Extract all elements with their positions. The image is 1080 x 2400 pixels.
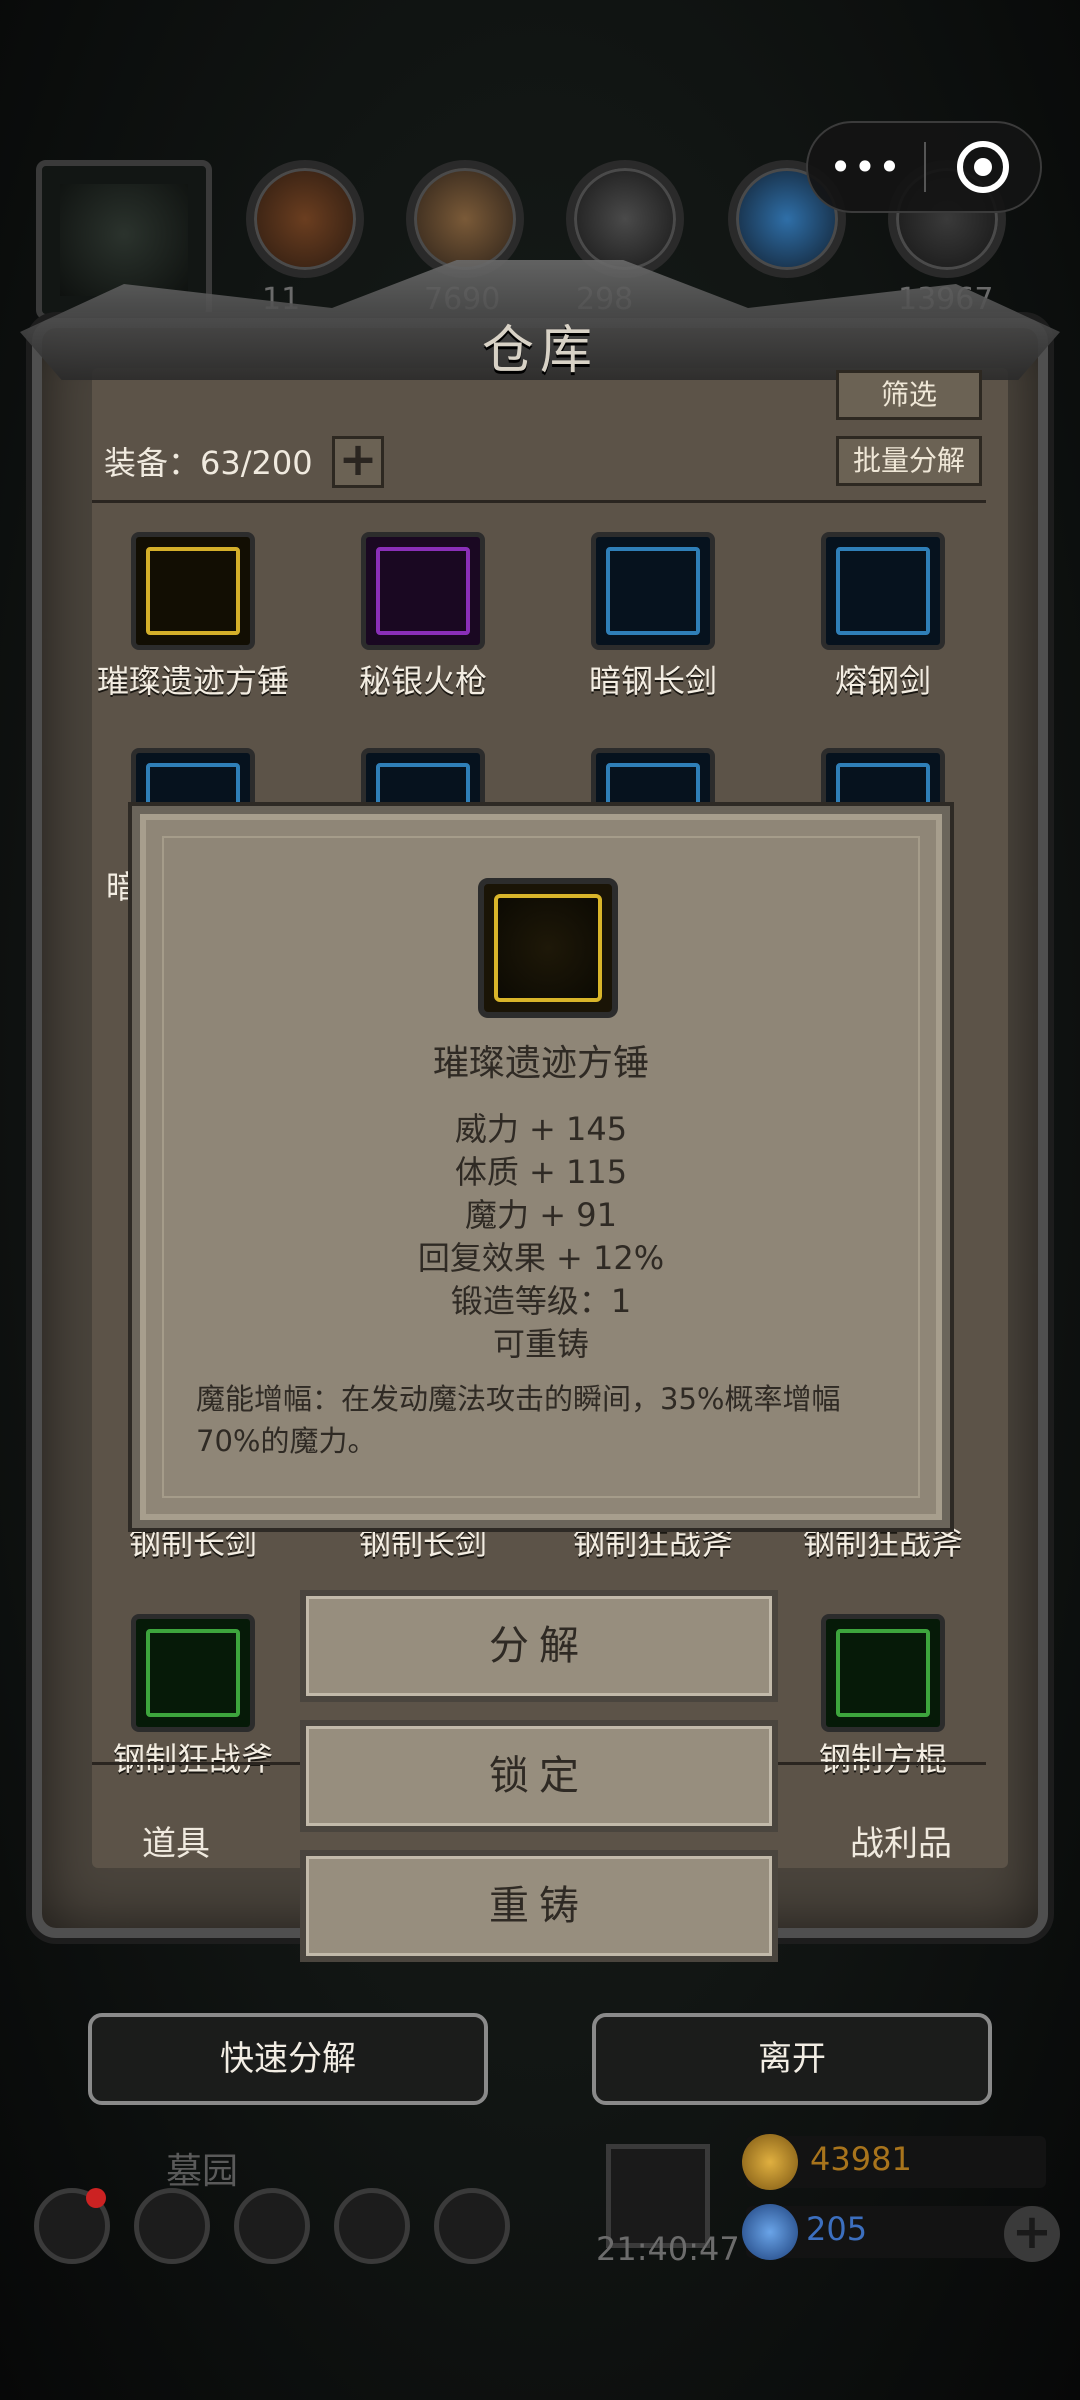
longsword-icon [606,547,700,635]
stat-line: 魔力 + 91 [465,1196,617,1234]
item-name: 秘银火枪 [358,662,487,700]
musket-icon [376,547,470,635]
more-icon[interactable]: ••• [808,145,924,189]
stat-line: 锻造等级：1 [450,1282,632,1320]
tab-props[interactable]: 道具 [142,1816,210,1865]
rank-icon[interactable] [234,2188,310,2264]
mini-program-capsule: ••• [806,121,1042,213]
sword-icon [836,547,930,635]
item-name: 熔钢剑 [834,662,931,700]
leave-button[interactable]: 离开 [592,2013,992,2105]
item-stats: 威力 + 145 体质 + 115 魔力 + 91 回复效果 + 12% 锻造等… [140,1108,942,1366]
gold-coin-icon [742,2134,798,2190]
filter-button[interactable]: 筛选 [836,370,982,420]
stat-line: 威力 + 145 [454,1110,628,1148]
stat-line: 体质 + 115 [454,1153,628,1191]
inventory-item[interactable]: 钢制方棍 [768,1614,998,1780]
notification-dot [86,2188,106,2208]
item-name: 璀璨遗迹方锤 [96,662,289,700]
stat-line: 回复效果 + 12% [417,1239,665,1277]
mail-icon[interactable] [334,2188,410,2264]
expand-capacity-button[interactable]: + [332,436,384,488]
divider [92,500,986,503]
item-name: 暗钢长剑 [588,662,717,700]
gold-value: 43981 [810,2140,912,2178]
reforge-button[interactable]: 重铸 [300,1850,778,1962]
inventory-item[interactable]: 暗钢长剑 [538,532,768,702]
hammer-icon [494,894,602,1002]
clock-readout: 21:40:47 [596,2230,740,2268]
tab-loot[interactable]: 战利品 [850,1816,952,1865]
wood-resource-icon [246,160,364,278]
star-icon[interactable] [134,2188,210,2264]
inventory-item[interactable]: 钢制狂战斧 [78,1614,308,1780]
stat-line: 可重铸 [492,1325,589,1363]
quick-decompose-button[interactable]: 快速分解 [88,2013,488,2105]
hammer-icon [146,547,240,635]
item-description: 魔能增幅：在发动魔法攻击的瞬间，35%概率增幅70%的魔力。 [196,1382,841,1458]
gem-value: 205 [806,2210,868,2248]
item-name: 钢制狂战斧 [112,1740,273,1778]
item-detail-name: 璀璨遗迹方锤 [432,1043,649,1084]
mace-icon [836,1629,930,1717]
decompose-button[interactable]: 分解 [300,1590,778,1702]
inventory-item[interactable]: 璀璨遗迹方锤 [78,532,308,702]
add-currency-button[interactable]: + [1004,2206,1060,2262]
shop-icon[interactable] [434,2188,510,2264]
battle-axe-icon [146,1629,240,1717]
item-preview [478,878,618,1018]
item-name: 钢制方棍 [818,1740,947,1778]
item-detail-popup: 璀璨遗迹方锤 威力 + 145 体质 + 115 魔力 + 91 回复效果 + … [132,806,950,1528]
equip-count: 装备：63/200 [104,444,313,482]
batch-decompose-button[interactable]: 批量分解 [836,436,982,486]
close-target-icon[interactable] [926,141,1040,193]
lock-button[interactable]: 锁定 [300,1720,778,1832]
inventory-item[interactable]: 熔钢剑 [768,532,998,702]
inventory-item[interactable]: 秘银火枪 [308,532,538,702]
gem-icon [742,2204,798,2260]
location-label: 墓园 [166,2151,239,2192]
